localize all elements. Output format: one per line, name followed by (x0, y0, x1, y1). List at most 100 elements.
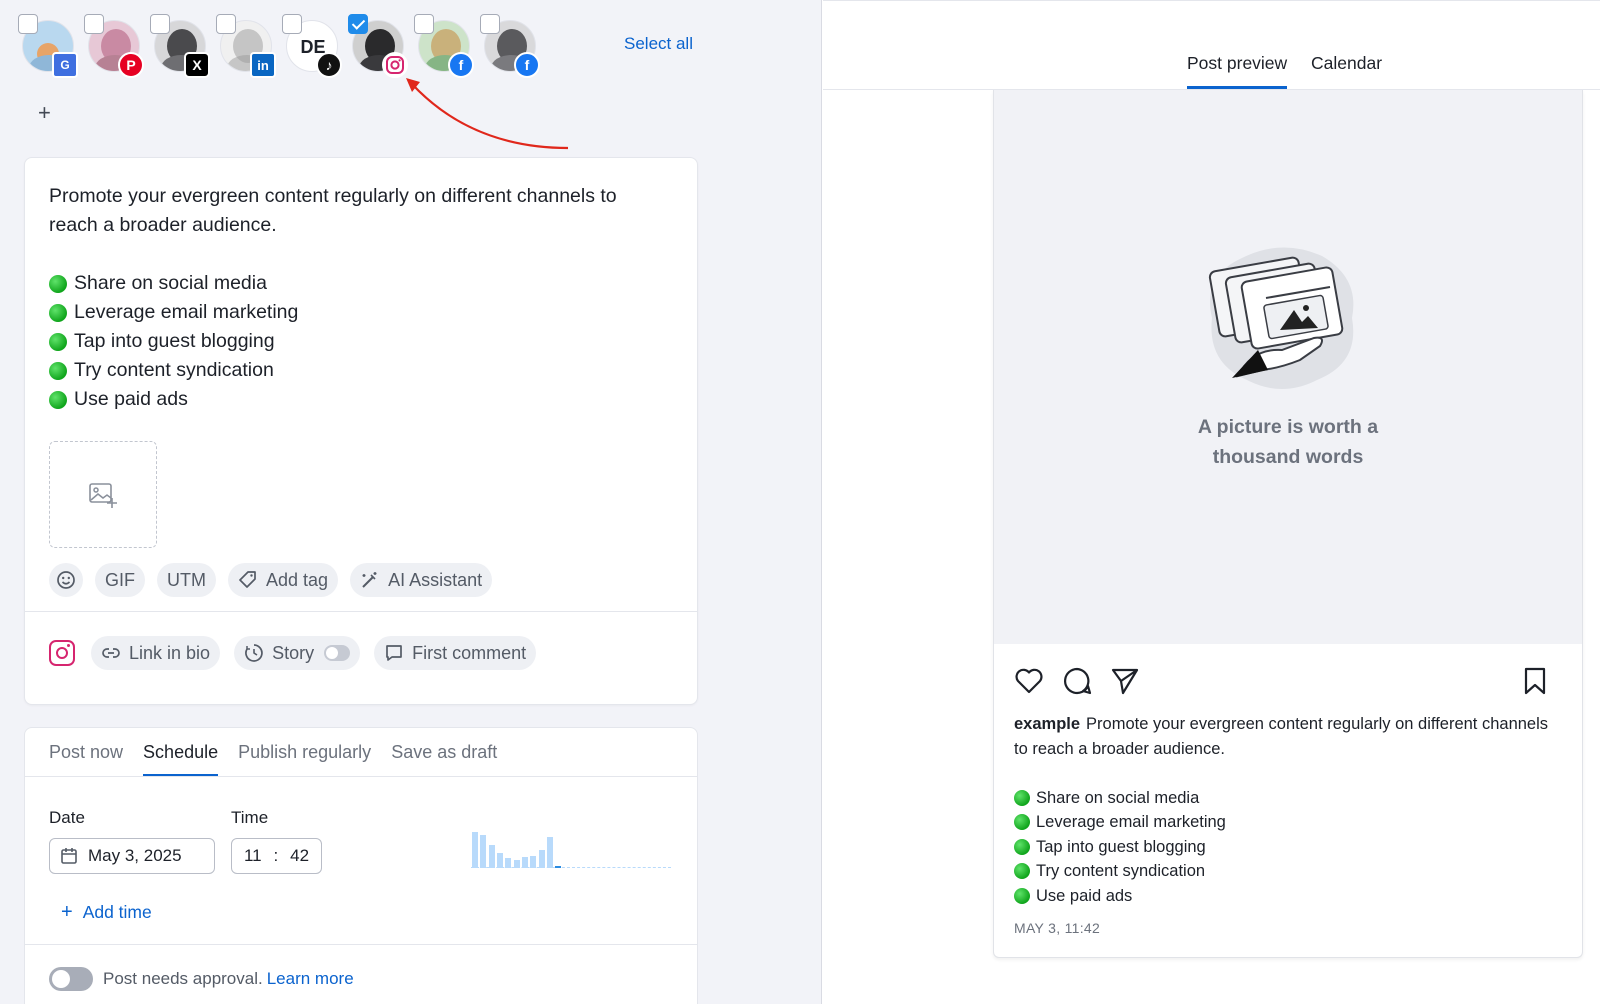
username[interactable]: example (1014, 715, 1080, 733)
histogram-bar (480, 835, 487, 868)
utm-button[interactable]: UTM (157, 563, 216, 597)
tab-publish-regularly[interactable]: Publish regularly (238, 742, 371, 777)
profile-checkbox-checked[interactable] (348, 14, 368, 34)
green-circle-icon (1014, 863, 1030, 880)
link-icon (102, 648, 120, 658)
caption-bullet: Use paid ads (1014, 884, 1554, 909)
histogram-bar (472, 832, 478, 868)
facebook-icon: f (448, 52, 474, 78)
profile-checkbox[interactable] (150, 14, 170, 34)
ai-assistant-button[interactable]: AI Assistant (350, 563, 493, 597)
green-circle-icon (49, 390, 67, 409)
learn-more-link[interactable]: Learn more (267, 969, 354, 989)
heart-icon[interactable] (1014, 666, 1044, 696)
histogram-bar (538, 850, 545, 868)
facebook-icon: f (514, 52, 540, 78)
approval-toggle[interactable] (49, 967, 93, 991)
instagram-options: Link in bio Story First comment (49, 636, 537, 670)
profile-x[interactable]: X (150, 14, 210, 78)
bullet-text: Tap into guest blogging (74, 330, 275, 352)
add-media-button[interactable] (49, 441, 157, 548)
placeholder-line-2: thousand words (1212, 446, 1364, 468)
story-switch[interactable] (324, 645, 351, 661)
profile-instagram[interactable] (348, 14, 408, 78)
comment-icon[interactable] (1062, 666, 1092, 696)
emoji-button[interactable] (49, 563, 83, 597)
story-label: Story (272, 642, 315, 663)
annotation-arrow (406, 78, 569, 150)
instagram-icon (49, 640, 75, 666)
caption-bullet-text: Tap into guest blogging (1036, 837, 1206, 856)
placeholder-line-1: A picture is worth a (1197, 416, 1379, 438)
profile-checkbox[interactable] (18, 14, 38, 34)
profile-facebook-2[interactable]: f (480, 14, 540, 78)
time-separator: : (273, 846, 279, 865)
bookmark-icon[interactable] (1520, 666, 1550, 696)
preview-tabs: Post preview Calendar (823, 0, 1600, 90)
profile-tiktok[interactable]: DE ♪ (282, 14, 342, 78)
green-circle-icon (1014, 789, 1030, 806)
histogram-bar (547, 837, 553, 868)
post-timestamp: MAY 3, 11:42 (1014, 920, 1101, 936)
add-tag-button[interactable]: Add tag (228, 563, 339, 597)
ai-assistant-label: AI Assistant (388, 569, 483, 590)
magic-wand-icon (362, 572, 377, 588)
media-placeholder: A picture is worth a thousand words (994, 90, 1582, 644)
profile-checkbox[interactable] (480, 14, 500, 34)
plus-icon: + (61, 901, 73, 923)
add-image-icon (89, 482, 117, 508)
divider (25, 776, 697, 777)
time-picker[interactable]: 11 : 42 (231, 838, 322, 874)
tiktok-icon: ♪ (316, 52, 342, 78)
composer-pane: G P X in DE ♪ f f Select all + Promote y… (0, 0, 822, 1004)
profile-checkbox[interactable] (216, 14, 236, 34)
tab-calendar[interactable]: Calendar (1311, 53, 1382, 89)
bullet-text: Leverage email marketing (74, 301, 299, 323)
green-circle-icon (1014, 887, 1030, 904)
green-circle-icon (49, 361, 67, 380)
add-profile-button[interactable]: + (38, 100, 51, 126)
linkedin-icon: in (250, 52, 276, 78)
profile-checkbox[interactable] (414, 14, 434, 34)
caption-intro-line: example Promote your evergreen content re… (1014, 712, 1554, 761)
google-business-icon: G (52, 52, 78, 78)
profile-checkbox[interactable] (84, 14, 104, 34)
minute-field[interactable]: 42 (290, 846, 309, 866)
share-icon[interactable] (1110, 666, 1140, 696)
first-comment-button[interactable]: First comment (374, 636, 537, 670)
post-bullet: Leverage email marketing (49, 298, 669, 327)
histogram-bar (497, 853, 503, 868)
profile-linkedin[interactable]: in (216, 14, 276, 78)
hour-field[interactable]: 11 (244, 846, 262, 866)
profile-facebook-1[interactable]: f (414, 14, 474, 78)
add-time-button[interactable]: + Add time (61, 901, 152, 924)
profile-google-business[interactable]: G (18, 14, 78, 78)
add-tag-label: Add tag (266, 569, 329, 590)
green-circle-icon (49, 274, 67, 293)
tab-post-preview[interactable]: Post preview (1187, 53, 1288, 89)
emoji-icon (57, 571, 75, 589)
tab-post-now[interactable]: Post now (49, 742, 123, 777)
profile-pinterest[interactable]: P (84, 14, 144, 78)
caption-bullet-text: Try content syndication (1036, 862, 1206, 880)
tab-schedule[interactable]: Schedule (143, 742, 219, 777)
first-comment-label: First comment (412, 642, 527, 663)
gif-button[interactable]: GIF (95, 563, 145, 597)
pinterest-icon: P (118, 52, 144, 78)
green-circle-icon (49, 303, 67, 322)
tab-save-as-draft[interactable]: Save as draft (391, 742, 497, 777)
profile-checkbox[interactable] (282, 14, 302, 34)
placeholder-caption: A picture is worth a thousand words (994, 412, 1582, 472)
caption-bullet-text: Leverage email marketing (1036, 813, 1226, 831)
post-bullet: Share on social media (49, 269, 669, 298)
tag-icon (239, 571, 256, 588)
select-all-link[interactable]: Select all (624, 34, 693, 54)
calendar-icon (61, 848, 77, 864)
link-in-bio-button[interactable]: Link in bio (91, 636, 221, 670)
post-actions (1014, 666, 1566, 698)
bullet-text: Use paid ads (74, 388, 188, 410)
story-toggle[interactable]: Story (234, 636, 361, 670)
date-picker[interactable]: May 3, 2025 (49, 838, 215, 874)
post-text-editor[interactable]: Promote your evergreen content regularly… (49, 182, 669, 414)
